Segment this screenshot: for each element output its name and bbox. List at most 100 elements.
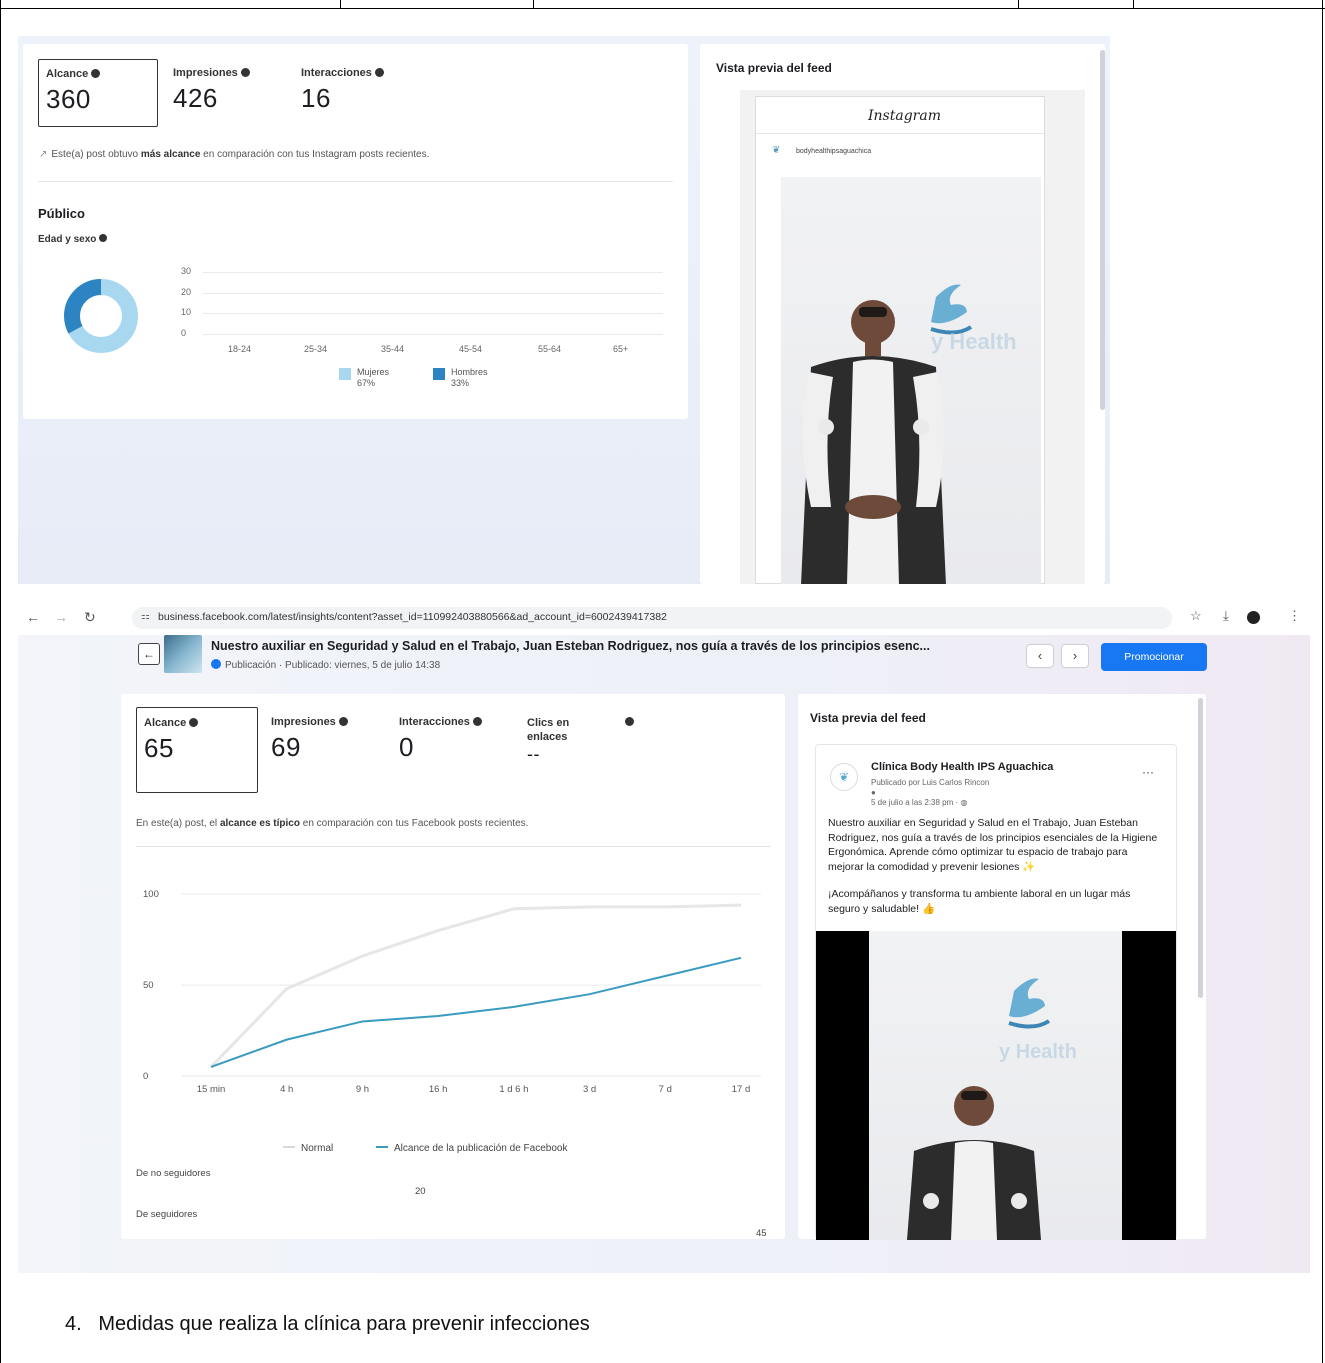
grid-line <box>203 292 663 294</box>
page-name[interactable]: Clínica Body Health IPS Aguachica <box>871 761 1053 773</box>
metric-reach[interactable]: Alcance 360 <box>38 59 158 127</box>
followers-label: De seguidores <box>136 1209 198 1220</box>
insights-card: Alcance 65 Impresiones 69 Interacciones … <box>121 694 785 1239</box>
more-options-icon[interactable]: ··· <box>1142 765 1154 779</box>
x-tick-label: 3 d <box>583 1084 596 1095</box>
x-tick-label: 25-34 <box>304 344 328 354</box>
legend-swatch <box>339 368 351 380</box>
brand-logo-icon: ❦ <box>772 145 781 156</box>
x-tick-label: 18-24 <box>228 344 252 354</box>
instagram-post-preview: Instagram ❦ bodyhealthipsaguachica y Hea… <box>755 96 1045 584</box>
download-icon[interactable]: ⤓ <box>1223 608 1229 624</box>
public-heading: Público <box>38 206 85 221</box>
metric-link-clicks-value: -- <box>527 744 540 764</box>
info-icon[interactable] <box>240 68 250 77</box>
legend-share: 33% <box>451 378 470 388</box>
post-text-2: ¡Acompáñanos y transforma tu ambiente la… <box>828 888 1131 915</box>
post-photo: y Health <box>869 931 1122 1240</box>
info-icon[interactable] <box>91 69 101 78</box>
promote-button[interactable]: Promocionar <box>1101 643 1207 671</box>
post-photo: y Health <box>781 177 1041 584</box>
photo-brand-text: y Health <box>999 1041 1077 1063</box>
table-border-left <box>0 0 1 1363</box>
grid-line <box>203 313 663 315</box>
back-arrow-icon[interactable]: ← <box>26 609 40 625</box>
info-icon: ● <box>871 788 876 797</box>
metric-reach-value: 65 <box>144 733 174 763</box>
x-tick-label: 55-64 <box>538 344 562 354</box>
grid-line <box>203 334 663 335</box>
legend-label: Hombres <box>451 367 488 377</box>
url-text: business.facebook.com/latest/insights/co… <box>158 611 667 623</box>
metric-link-clicks[interactable]: Clics en enlaces -- <box>527 716 647 765</box>
divider <box>756 133 1044 134</box>
bookmark-star-icon[interactable]: ☆ <box>1190 608 1202 624</box>
browser-toolbar: ← → ↻ ⚏ business.facebook.com/latest/ins… <box>18 603 1310 633</box>
address-bar[interactable]: ⚏ business.facebook.com/latest/insights/… <box>132 607 1172 629</box>
page-avatar: ❦ <box>830 763 858 791</box>
metric-impressions[interactable]: Impresiones 426 <box>173 67 283 114</box>
person-illustration <box>801 284 973 584</box>
x-tick-label: 16 h <box>429 1084 448 1095</box>
next-post-button[interactable]: › <box>1061 644 1089 668</box>
metric-interactions[interactable]: Interacciones 16 <box>301 67 431 114</box>
legend-swatch <box>433 368 445 380</box>
metric-impressions-value: 426 <box>173 83 218 113</box>
profile-avatar-icon[interactable] <box>1247 611 1260 624</box>
published-by: Publicado por Luis Carlos Rincon <box>871 778 990 787</box>
divider <box>136 846 771 847</box>
table-cell-divider <box>1018 0 1019 9</box>
insights-card: Alcance 360 Impresiones 426 Interaccione… <box>23 44 688 419</box>
y-tick-label: 0 <box>181 328 187 338</box>
back-button[interactable]: ← <box>138 643 160 665</box>
y-tick-label: 0 <box>143 1071 148 1082</box>
gender-donut-chart <box>64 279 138 353</box>
scrollbar[interactable] <box>1100 50 1105 410</box>
x-tick-label: 4 h <box>280 1084 293 1095</box>
metric-impressions-label: Impresiones <box>173 67 283 79</box>
instagram-insights-screenshot: Alcance 360 Impresiones 426 Interaccione… <box>18 36 1110 584</box>
info-icon[interactable] <box>189 718 199 727</box>
metric-reach-label: Alcance <box>46 68 150 80</box>
scrollbar[interactable] <box>1198 698 1203 998</box>
y-tick-label: 100 <box>143 889 159 900</box>
post-date: 5 de julio a las 2:38 pm · ◍ <box>871 798 968 807</box>
metric-impressions[interactable]: Impresiones 69 <box>271 716 381 763</box>
age-sex-label: Edad y sexo <box>38 234 108 245</box>
metric-interactions-value: 0 <box>399 732 414 762</box>
info-icon[interactable] <box>338 717 348 726</box>
trend-icon: ↗ <box>39 149 48 160</box>
legend-entry: Mujeres 67% <box>357 367 389 389</box>
forward-arrow-icon[interactable]: → <box>54 609 68 625</box>
reload-icon[interactable]: ↻ <box>84 609 96 626</box>
legend-entry: Hombres 33% <box>451 367 488 389</box>
photo-brand-text: y Health <box>931 329 1017 354</box>
x-tick-label: 1 d 6 h <box>499 1084 528 1095</box>
table-border-top <box>0 0 1325 9</box>
info-icon[interactable] <box>625 717 634 726</box>
legend-share: 67% <box>357 378 376 388</box>
x-tick-label: 65+ <box>613 344 629 354</box>
list-number: 4. <box>65 1313 82 1335</box>
post-video[interactable]: y Health <box>816 931 1176 1240</box>
facebook-insights-screenshot: ← → ↻ ⚏ business.facebook.com/latest/ins… <box>18 603 1310 1273</box>
feed-preview-panel: Vista previa del feed ❦ Clínica Body Hea… <box>798 694 1206 1240</box>
metric-reach-label: Alcance <box>144 717 250 729</box>
site-info-icon[interactable]: ⚏ <box>141 611 150 622</box>
menu-kebab-icon[interactable]: ⋮ <box>1288 608 1301 624</box>
previous-post-button[interactable]: ‹ <box>1026 644 1054 668</box>
metric-impressions-label: Impresiones <box>271 716 381 728</box>
metric-interactions[interactable]: Interacciones 0 <box>399 716 519 763</box>
info-icon[interactable] <box>99 234 108 242</box>
info-icon[interactable] <box>472 717 482 726</box>
post-title: Nuestro auxiliar en Seguridad y Salud en… <box>211 639 930 653</box>
series-line-facebook-reach <box>210 956 742 1068</box>
document-page: Alcance 360 Impresiones 426 Interaccione… <box>0 0 1325 1363</box>
person-illustration <box>907 978 1051 1240</box>
reach-line-chart: 100 50 0 15 min 4 h 9 h 16 h 1 d 6 h 3 d 7 d 17 d <box>143 889 761 1095</box>
info-icon[interactable] <box>374 68 384 77</box>
table-border-right <box>1322 0 1323 1363</box>
metric-reach[interactable]: Alcance 65 <box>136 707 258 793</box>
y-tick-label: 10 <box>181 307 192 318</box>
x-tick-label: 45-54 <box>459 344 483 354</box>
